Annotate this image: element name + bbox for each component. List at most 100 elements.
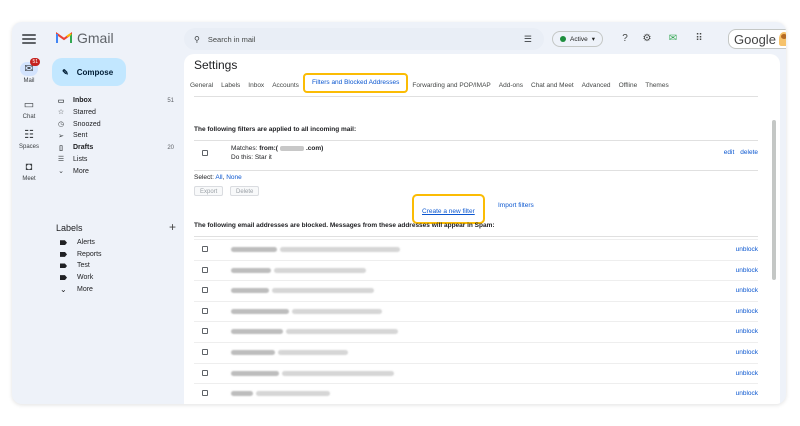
settings-tabs: General Labels Inbox Accounts Filters and Bl… [186,73,673,93]
compose-button[interactable]: ✎ Compose [52,58,126,86]
label-item-alerts[interactable]: Alerts [60,237,102,249]
status-dropdown[interactable]: Active ▾ [552,31,603,47]
tab-inbox[interactable]: Inbox [244,80,268,92]
label-name: Reports [77,250,102,258]
blurred-sender-name [231,247,277,252]
unblock-link[interactable]: unblock [736,246,758,253]
gmail-m-icon [56,32,72,43]
export-button[interactable]: Export [194,186,224,196]
tab-filters-and-blocked-addresses[interactable]: Filters and Blocked Addresses [302,73,409,93]
search-bar[interactable]: ⚲ Search in mail ☰ [184,28,544,50]
meet-icon: ◘ [25,161,33,173]
label-item-work[interactable]: Work [60,272,102,284]
blocked-checkbox[interactable] [202,348,208,355]
blocked-checkbox[interactable] [202,328,208,335]
blurred-sender-name [231,391,253,397]
apps-grid-icon[interactable]: ⠿ [692,32,706,46]
sidebar-item-lists[interactable]: ☰ Lists [52,154,180,165]
label-tag-icon [60,240,67,246]
sidebar-item-label: Snoozed [73,120,101,128]
redacted-text [279,145,304,151]
chevron-down-icon: ⌄ [58,168,64,176]
blocked-checkbox[interactable] [202,266,208,273]
tab-offline[interactable]: Offline [615,80,642,92]
select-none-link[interactable]: None [226,174,242,181]
tab-advanced[interactable]: Advanced [578,80,615,92]
rail-item-mail[interactable]: ✉ 51 Mail [12,58,46,84]
rail-item-spaces[interactable]: ☷ Spaces [12,128,46,150]
blurred-sender-email [286,329,398,335]
sidebar-item-label: Lists [73,155,88,163]
unblock-link[interactable]: unblock [736,328,758,335]
create-filter-button[interactable]: Create a new filter [412,194,485,224]
unblock-link[interactable]: unblock [736,308,758,315]
pencil-icon: ✎ [62,67,69,77]
send-icon: ➢ [58,132,64,140]
blurred-sender-email [282,370,394,376]
gmail-window: ✉ 51 Mail ▭ Chat ☷ Spaces ◘ Meet Gmail ✎… [12,22,786,404]
sidebar-item-snoozed[interactable]: ◷ Snoozed [52,119,180,130]
select-all-link[interactable]: All [215,174,222,181]
tab-themes[interactable]: Themes [641,80,672,92]
delete-filter-link[interactable]: delete [740,149,758,156]
divider [194,170,758,171]
unblock-link[interactable]: unblock [736,287,758,294]
select-label: Select: [194,174,216,181]
filter-matches-label: Matches: [231,145,260,152]
blocked-checkbox[interactable] [202,390,208,397]
tab-add-ons[interactable]: Add-ons [495,80,527,92]
label-tag-icon [60,263,67,269]
sidebar-item-starred[interactable]: ☆ Starred [52,107,180,118]
delete-button[interactable]: Delete [230,186,260,196]
account-button[interactable]: Google [728,29,786,49]
main-menu-icon[interactable] [22,34,36,44]
tab-forwarding-and-pop-imap[interactable]: Forwarding and POP/IMAP [408,80,494,92]
app-notification-icon[interactable]: ✉ [666,32,680,46]
labels-more-label: More [77,285,93,293]
label-item-test[interactable]: Test [60,260,102,272]
blocked-checkbox[interactable] [202,307,208,314]
blocked-address-row: unblock [194,383,758,404]
sidebar-item-drafts[interactable]: ▯ Drafts 20 [52,142,180,153]
sidebar-item-inbox[interactable]: ▭ Inbox 51 [52,95,180,106]
sidebar-item-sent[interactable]: ➢ Sent [52,130,180,141]
unblock-link[interactable]: unblock [736,267,758,274]
search-icon[interactable]: ⚲ [194,35,200,44]
search-options-icon[interactable]: ☰ [524,34,532,45]
blocked-checkbox[interactable] [202,246,208,252]
help-icon[interactable]: ? [618,32,632,46]
gmail-logo[interactable]: Gmail [56,30,114,46]
sidebar-item-label: Drafts [73,144,94,152]
blocked-address-row: unblock [194,300,758,322]
sidebar-item-more[interactable]: ⌄ More [52,166,180,177]
settings-gear-icon[interactable]: ⚙ [640,32,654,46]
label-item-reports[interactable]: Reports [60,249,102,261]
filters-heading: The following filters are applied to all… [194,126,357,133]
divider [194,236,758,237]
spaces-icon: ☷ [24,129,34,141]
unblock-link[interactable]: unblock [736,370,758,377]
tab-labels[interactable]: Labels [217,80,244,92]
blurred-sender-name [231,329,283,335]
import-filters-link[interactable]: Import filters [498,202,534,209]
unblock-link[interactable]: unblock [736,390,758,397]
edit-filter-link[interactable]: edit [724,149,734,156]
rail-item-chat[interactable]: ▭ Chat [12,98,46,120]
blocked-checkbox[interactable] [202,287,208,294]
search-input[interactable]: Search in mail [208,35,256,44]
app-rail: ✉ 51 Mail ▭ Chat ☷ Spaces ◘ Meet [12,22,46,404]
tab-general[interactable]: General [186,80,217,92]
add-label-icon[interactable]: + [169,221,176,233]
app-name: Gmail [77,30,114,46]
avatar [778,32,786,46]
rail-item-meet[interactable]: ◘ Meet [12,160,46,182]
create-filter-link[interactable]: Create a new filter [422,208,475,215]
blocked-checkbox[interactable] [202,369,208,376]
filter-checkbox[interactable] [202,150,208,156]
labels-more[interactable]: ⌄ More [60,283,102,295]
unblock-link[interactable]: unblock [736,349,758,356]
tab-chat-and-meet[interactable]: Chat and Meet [527,80,578,92]
tab-accounts[interactable]: Accounts [268,80,303,92]
mail-unread-badge: 51 [30,58,40,66]
scrollbar[interactable] [772,120,776,280]
